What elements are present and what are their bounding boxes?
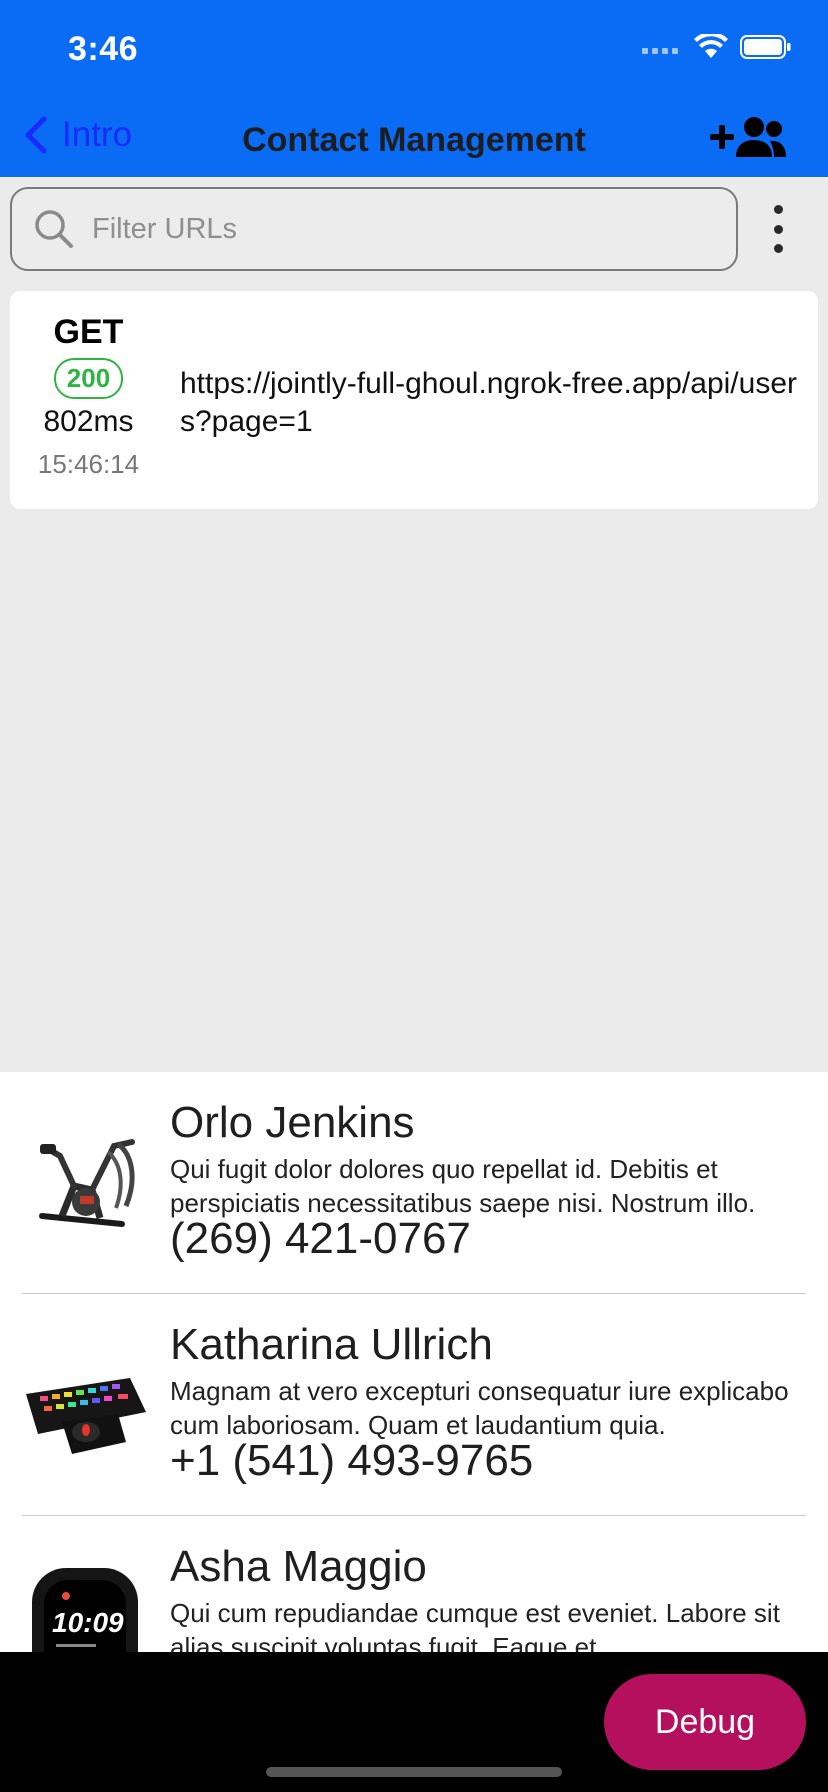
wifi-icon bbox=[694, 34, 728, 58]
contact-list: Orlo Jenkins Qui fugit dolor dolores quo… bbox=[0, 1072, 828, 1652]
contact-phone: +1 (541) 493-9765 bbox=[170, 1436, 534, 1485]
more-vertical-icon bbox=[773, 205, 783, 214]
smartwatch-icon: 10:09 bbox=[22, 1560, 148, 1652]
contact-name: Katharina Ullrich bbox=[170, 1320, 493, 1369]
contact-phone: (269) 421-0767 bbox=[170, 1214, 471, 1263]
avatar: 10:09 bbox=[22, 1560, 148, 1652]
navigation-bar: Intro Contact Management bbox=[0, 105, 828, 177]
app-header: 3:46 Intro Contact Management bbox=[0, 0, 828, 177]
add-contact-button[interactable] bbox=[708, 113, 788, 168]
avatar bbox=[22, 1116, 148, 1242]
list-item[interactable]: 10:09 Asha Maggio Qui cum repudiandae cu… bbox=[22, 1516, 806, 1652]
contact-bio: Magnam at vero excepturi consequatur iur… bbox=[170, 1376, 789, 1440]
search-icon bbox=[35, 210, 73, 248]
bottom-bar: Debug bbox=[0, 1652, 828, 1792]
filter-placeholder: Filter URLs bbox=[92, 212, 238, 245]
battery-icon bbox=[740, 35, 791, 59]
svg-text:10:09: 10:09 bbox=[52, 1607, 124, 1638]
request-summary: GET 200 802ms 15:46:14 bbox=[10, 291, 167, 480]
list-item[interactable]: Katharina Ullrich Magnam at vero exceptu… bbox=[22, 1294, 806, 1516]
status-badge: 200 bbox=[53, 358, 124, 399]
request-log-item[interactable]: GET 200 802ms 15:46:14 https://jointly-f… bbox=[10, 291, 818, 509]
status-icons bbox=[642, 34, 792, 60]
contact-name: Asha Maggio bbox=[170, 1542, 427, 1591]
cellular-signal-icon bbox=[642, 48, 678, 54]
avatar bbox=[22, 1338, 148, 1464]
request-timestamp: 15:46:14 bbox=[37, 449, 140, 479]
request-url: https://jointly-full-ghoul.ngrok-free.ap… bbox=[180, 367, 797, 438]
more-options-button[interactable] bbox=[768, 205, 788, 253]
filter-bar: Filter URLs bbox=[0, 177, 828, 281]
debug-button[interactable]: Debug bbox=[604, 1674, 806, 1770]
request-duration: 802ms bbox=[43, 405, 134, 438]
keyboard-icon bbox=[22, 1338, 148, 1464]
person-add-icon bbox=[710, 117, 786, 157]
more-vertical-icon-dot bbox=[773, 244, 783, 253]
contact-name: Orlo Jenkins bbox=[170, 1098, 415, 1147]
contact-bio: Qui cum repudiandae cumque est eveniet. … bbox=[170, 1598, 780, 1652]
filter-urls-input[interactable]: Filter URLs bbox=[10, 187, 738, 271]
request-method: GET bbox=[53, 313, 124, 351]
page-title: Contact Management bbox=[242, 121, 586, 159]
contact-bio: Qui fugit dolor dolores quo repellat id.… bbox=[170, 1154, 756, 1218]
status-time: 3:46 bbox=[68, 30, 139, 68]
home-indicator bbox=[266, 1767, 562, 1777]
list-item[interactable]: Orlo Jenkins Qui fugit dolor dolores quo… bbox=[22, 1072, 806, 1294]
more-vertical-icon-dot bbox=[773, 224, 783, 234]
exercise-bike-icon bbox=[22, 1116, 148, 1242]
